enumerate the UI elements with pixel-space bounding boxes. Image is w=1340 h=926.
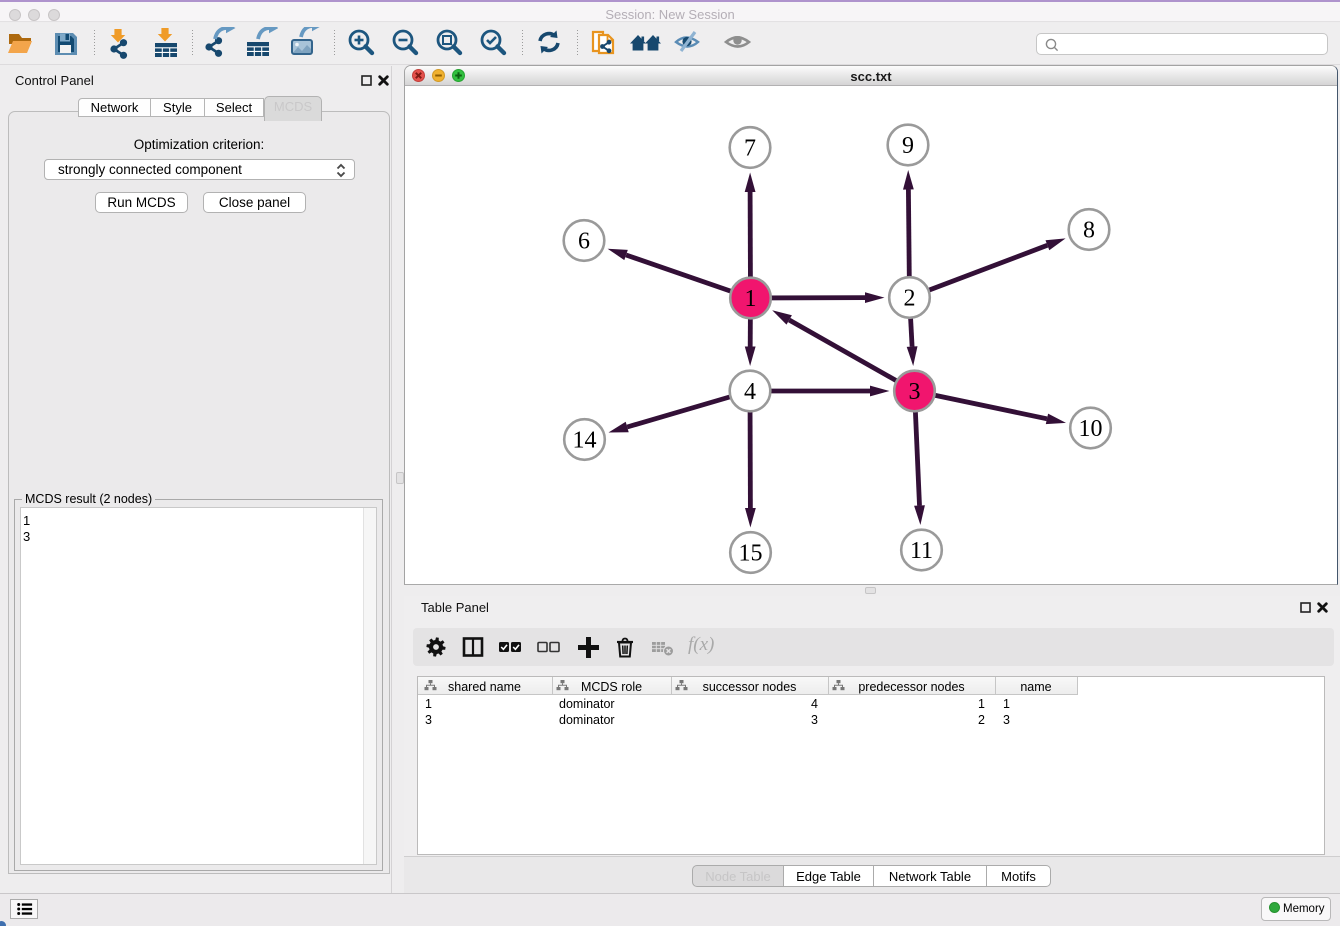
svg-text:7: 7	[744, 136, 756, 162]
svg-text:2: 2	[904, 286, 916, 312]
svg-text:4: 4	[744, 379, 756, 405]
svg-text:10: 10	[1079, 416, 1103, 442]
svg-text:14: 14	[573, 428, 597, 454]
svg-text:8: 8	[1083, 218, 1095, 244]
svg-text:9: 9	[902, 133, 914, 159]
svg-text:15: 15	[739, 541, 763, 567]
svg-text:1: 1	[745, 286, 757, 312]
svg-text:3: 3	[909, 379, 921, 405]
svg-text:11: 11	[910, 538, 933, 564]
svg-text:6: 6	[578, 229, 590, 255]
